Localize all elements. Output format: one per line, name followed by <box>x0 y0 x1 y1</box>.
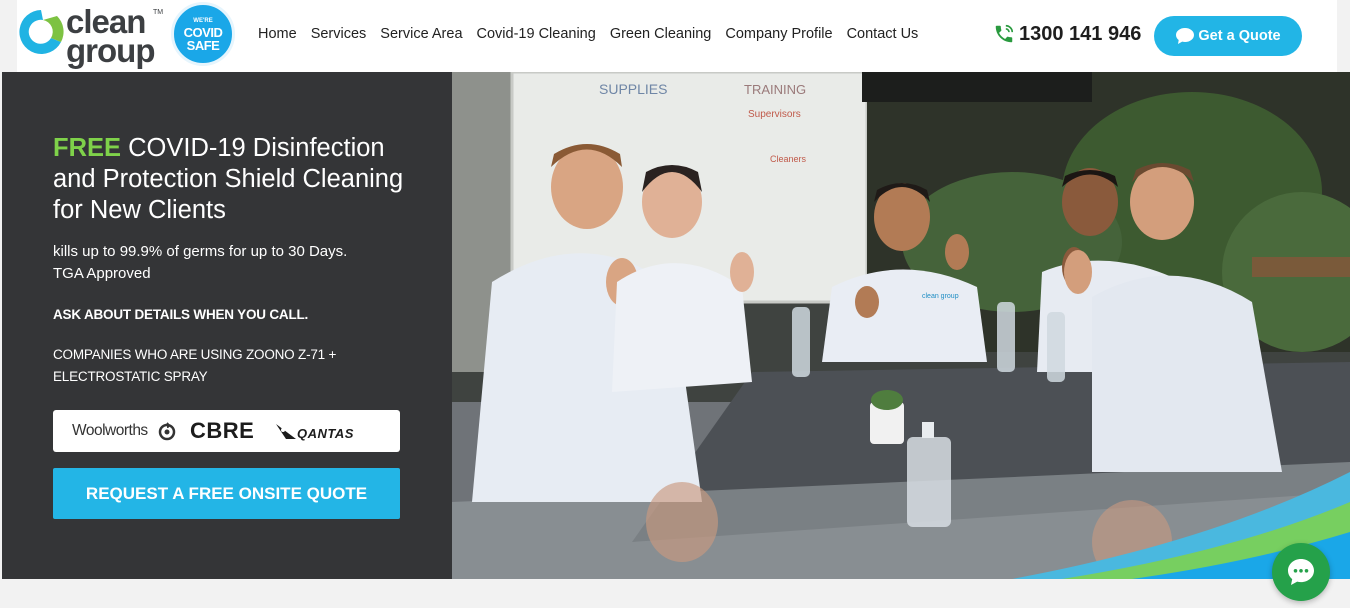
team-photo-illustration: SUPPLIES TRAINING Supervisors Cleaners c… <box>452 72 1350 579</box>
subtitle-line1: kills up to 99.9% of germs for up to 30 … <box>53 243 348 260</box>
request-quote-button[interactable]: REQUEST A FREE ONSITE QUOTE <box>53 468 400 519</box>
nav-services[interactable]: Services <box>311 24 367 44</box>
clean-group-logo[interactable]: clean group TM <box>17 3 167 69</box>
headline-free: FREE <box>53 134 122 162</box>
hero-info-panel: FREE COVID-19 Disinfection and Protectio… <box>2 72 452 579</box>
ask-details-text: ASK ABOUT DETAILS WHEN YOU CALL. <box>53 307 309 322</box>
woolworths-icon <box>158 422 176 441</box>
phone-link[interactable]: 1300 141 946 <box>993 21 1141 47</box>
subtitle-line2: TGA Approved <box>53 265 151 282</box>
logo-swirl-icon <box>19 10 64 54</box>
woolworths-logo: Woolworths <box>72 422 148 439</box>
hero-subtitle: kills up to 99.9% of germs for up to 30 … <box>53 241 433 285</box>
hero-team-photo: SUPPLIES TRAINING Supervisors Cleaners c… <box>452 72 1350 579</box>
header: clean group TM WE'RE COVID SAFE Home Ser… <box>17 0 1337 72</box>
phone-number[interactable]: 1300 141 946 <box>1019 21 1141 47</box>
phone-icon <box>995 24 1014 43</box>
nav-company-profile[interactable]: Company Profile <box>725 24 832 44</box>
nav-contact-us[interactable]: Contact Us <box>847 24 919 44</box>
whiteboard-supplies: SUPPLIES <box>599 81 667 97</box>
cbre-logo: CBRE <box>190 418 255 443</box>
nav-green-cleaning[interactable]: Green Cleaning <box>610 24 712 44</box>
whiteboard-cleaners: Cleaners <box>770 154 807 164</box>
nav-service-area[interactable]: Service Area <box>380 24 462 44</box>
hero-headline: FREE COVID-19 Disinfection and Protectio… <box>53 133 433 226</box>
whiteboard-supervisors: Supervisors <box>748 109 801 120</box>
get-a-quote-label: Get a Quote <box>1198 28 1281 44</box>
get-a-quote-button[interactable]: Get a Quote <box>1154 16 1302 56</box>
chat-fab-icon <box>1288 559 1314 585</box>
companies-text: COMPANIES WHO ARE USING ZOONO Z-71 + ELE… <box>53 347 337 384</box>
shirt-logo: clean group <box>922 293 959 300</box>
qantas-kangaroo-icon <box>276 424 296 439</box>
qantas-logo: QANTAS <box>297 426 354 441</box>
whiteboard-training: TRAINING <box>744 82 806 97</box>
logo-wordmark: clean group TM <box>66 3 164 69</box>
client-logos-strip: Woolworths CBRE QANTAS <box>53 410 400 452</box>
chat-bubble-icon <box>1176 28 1195 44</box>
nav-covid-cleaning[interactable]: Covid-19 Cleaning <box>477 24 596 44</box>
live-chat-button[interactable] <box>1272 543 1330 601</box>
nav-home[interactable]: Home <box>258 24 297 44</box>
covid-safe-badge: WE'RE COVID SAFE <box>171 2 235 66</box>
main-nav: Home Services Service Area Covid-19 Clea… <box>258 24 918 44</box>
